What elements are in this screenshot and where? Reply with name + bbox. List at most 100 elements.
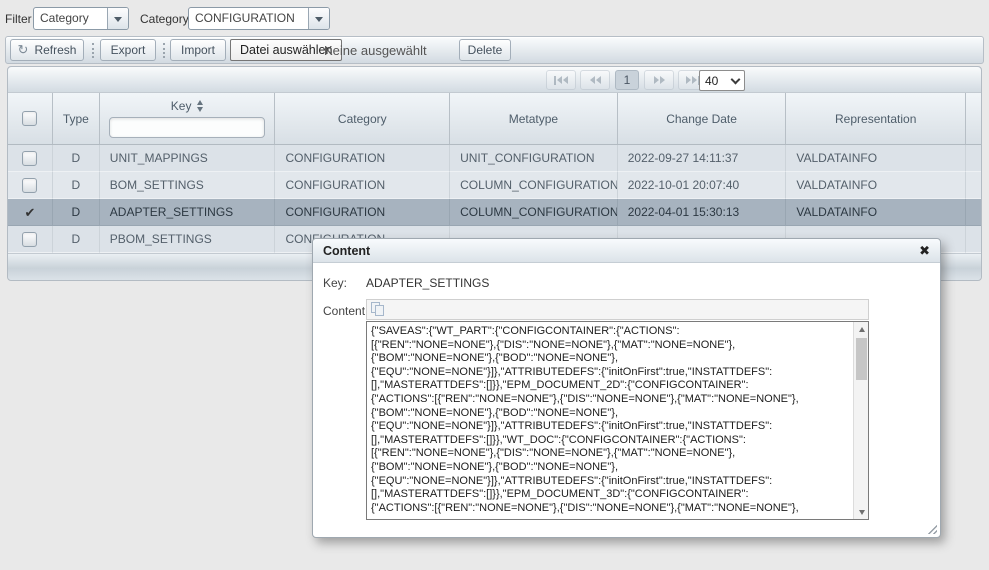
rows-per-page-select[interactable]: 40 xyxy=(699,70,745,91)
cell-key: BOM_SETTINGS xyxy=(100,172,276,199)
header-category: Category xyxy=(275,93,450,144)
table-header-row: Type Key Category Metatype Change Date R… xyxy=(8,93,981,145)
file-choose-label: Datei auswählen xyxy=(240,43,332,57)
scroll-up-icon[interactable] xyxy=(854,322,869,336)
table-row[interactable]: D BOM_SETTINGS CONFIGURATION COLUMN_CONF… xyxy=(8,172,981,199)
last-page-icon xyxy=(686,76,691,84)
category-dropdown-button[interactable] xyxy=(308,8,329,29)
filter-label: Filter xyxy=(5,12,32,26)
key-filter-input[interactable] xyxy=(109,117,265,138)
cell-change-date: 2022-09-27 14:11:37 xyxy=(618,145,787,172)
refresh-label: Refresh xyxy=(34,43,76,57)
cell-change-date: 2022-04-01 15:30:13 xyxy=(618,199,787,226)
header-type: Type xyxy=(53,93,100,144)
cell-metatype: COLUMN_CONFIGURATION xyxy=(450,172,618,199)
header-filler xyxy=(966,93,981,144)
prev-page-icon xyxy=(590,76,595,84)
category-select[interactable]: CONFIGURATION xyxy=(188,7,330,30)
next-page-icon xyxy=(654,76,659,84)
select-all-checkbox[interactable] xyxy=(22,111,37,126)
export-button[interactable]: Export xyxy=(100,39,156,61)
resize-handle-icon[interactable] xyxy=(926,523,937,534)
cell-type: D xyxy=(53,199,100,226)
cell-representation: VALDATAINFO xyxy=(786,172,966,199)
cell-category: CONFIGURATION xyxy=(275,145,450,172)
filter-type-value: Category xyxy=(34,8,107,29)
chevron-down-icon xyxy=(315,17,323,22)
textarea-scrollbar[interactable] xyxy=(853,322,868,519)
current-page-button[interactable]: 1 xyxy=(615,70,639,90)
cell-key: UNIT_MAPPINGS xyxy=(100,145,276,172)
toolbar: ↻ Refresh Export Import Datei auswählen … xyxy=(5,36,984,64)
delete-button[interactable]: Delete xyxy=(459,39,511,61)
header-key-label: Key xyxy=(171,99,192,113)
editor-toolbar xyxy=(366,299,869,320)
cell-representation: VALDATAINFO xyxy=(786,145,966,172)
row-checkbox-cell xyxy=(8,145,53,172)
refresh-button[interactable]: ↻ Refresh xyxy=(10,39,84,61)
scrollbar-thumb[interactable] xyxy=(856,338,867,380)
import-button[interactable]: Import xyxy=(170,39,226,61)
cell-metatype: COLUMN_CONFIGURATION xyxy=(450,199,618,226)
filter-bar: Filter Category Category CONFIGURATION xyxy=(0,0,989,34)
import-label: Import xyxy=(181,43,215,57)
row-checkbox[interactable] xyxy=(22,178,37,193)
category-select-value: CONFIGURATION xyxy=(189,8,308,29)
content-textarea[interactable]: {"SAVEAS":{"WT_PART":{"CONFIGCONTAINER":… xyxy=(366,321,869,520)
sort-icon[interactable] xyxy=(197,100,203,112)
row-checkbox-cell xyxy=(8,226,53,253)
first-page-button[interactable] xyxy=(546,70,576,90)
content-editor: {"SAVEAS":{"WT_PART":{"CONFIGCONTAINER":… xyxy=(366,299,869,520)
chevron-down-icon xyxy=(731,74,741,84)
filter-type-select[interactable]: Category xyxy=(33,7,129,30)
cell-filler xyxy=(966,199,981,226)
content-label: Content: xyxy=(323,304,368,318)
table-row-selected[interactable]: ✔ D ADAPTER_SETTINGS CONFIGURATION COLUM… xyxy=(8,199,981,226)
dialog-title-bar[interactable]: Content ✖ xyxy=(313,239,940,263)
prev-page-icon xyxy=(596,76,601,84)
copy-icon[interactable] xyxy=(371,302,386,317)
cell-type: D xyxy=(53,226,100,253)
header-key[interactable]: Key xyxy=(100,93,276,144)
cell-change-date: 2022-10-01 20:07:40 xyxy=(618,172,787,199)
last-page-icon xyxy=(692,76,697,84)
cell-key: PBOM_SETTINGS xyxy=(100,226,276,253)
cell-metatype: UNIT_CONFIGURATION xyxy=(450,145,618,172)
next-page-button[interactable] xyxy=(644,70,674,90)
select-all-header-cell xyxy=(8,93,53,144)
row-checkbox[interactable] xyxy=(22,151,37,166)
cell-filler xyxy=(966,145,981,172)
dialog-title: Content xyxy=(323,244,919,258)
refresh-icon: ↻ xyxy=(18,42,29,58)
cell-filler xyxy=(966,226,981,253)
cell-category: CONFIGURATION xyxy=(275,199,450,226)
table-row[interactable]: D UNIT_MAPPINGS CONFIGURATION UNIT_CONFI… xyxy=(8,145,981,172)
first-page-icon xyxy=(554,76,556,85)
header-metatype: Metatype xyxy=(450,93,618,144)
paginator: 1 40 xyxy=(8,67,981,93)
cell-type: D xyxy=(53,172,100,199)
key-value: ADAPTER_SETTINGS xyxy=(366,276,489,290)
file-status-text: Keine ausgewählt xyxy=(324,43,427,58)
content-text[interactable]: {"SAVEAS":{"WT_PART":{"CONFIGCONTAINER":… xyxy=(367,322,853,519)
prev-page-button[interactable] xyxy=(580,70,610,90)
first-page-icon xyxy=(563,76,568,84)
first-page-icon xyxy=(557,76,562,84)
header-change-date: Change Date xyxy=(618,93,787,144)
cell-type: D xyxy=(53,145,100,172)
row-checkbox-cell xyxy=(8,172,53,199)
scroll-down-icon[interactable] xyxy=(854,505,869,519)
header-representation: Representation xyxy=(786,93,966,144)
filter-type-dropdown-button[interactable] xyxy=(107,8,128,29)
screen: Filter Category Category CONFIGURATION ↻… xyxy=(0,0,989,570)
toolbar-separator xyxy=(163,43,165,58)
row-checkbox[interactable] xyxy=(22,232,37,247)
cell-category: CONFIGURATION xyxy=(275,172,450,199)
category-label: Category xyxy=(140,12,189,26)
data-table: Type Key Category Metatype Change Date R… xyxy=(8,93,981,256)
key-label: Key: xyxy=(323,276,347,290)
chevron-down-icon xyxy=(114,17,122,22)
cell-filler xyxy=(966,172,981,199)
close-icon[interactable]: ✖ xyxy=(919,244,930,257)
check-icon[interactable]: ✔ xyxy=(25,206,36,219)
